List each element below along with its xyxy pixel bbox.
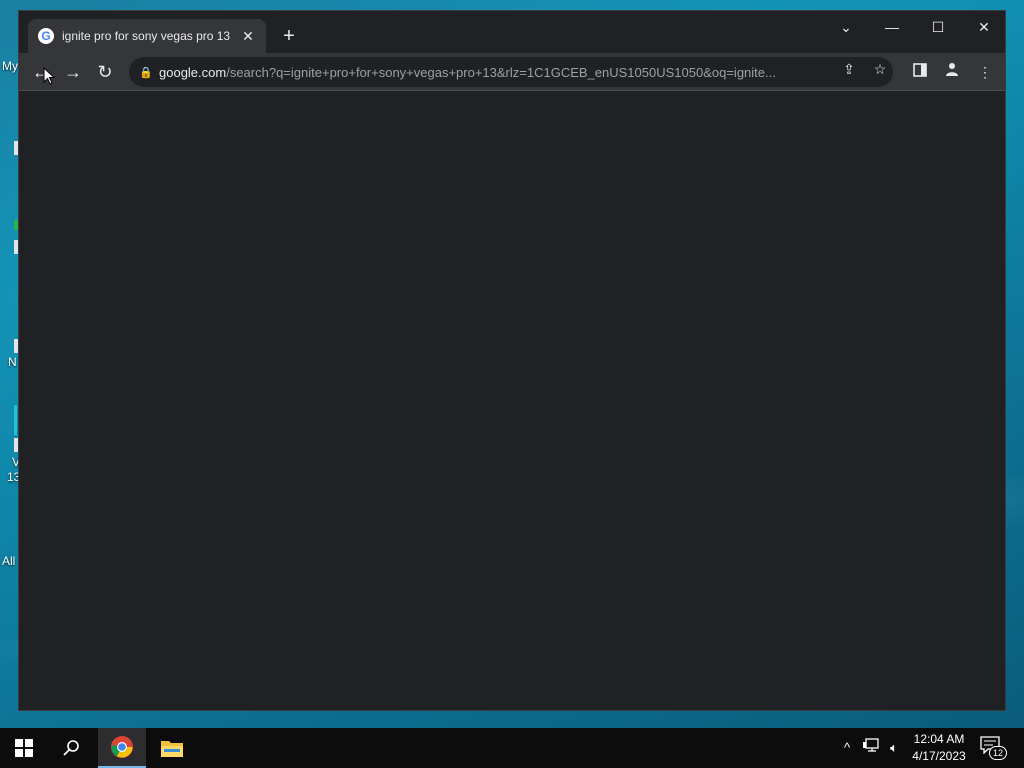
tab-title: ignite pro for sony vegas pro 13 — [62, 29, 231, 43]
file-explorer-icon[interactable] — [148, 728, 196, 768]
desktop-icon-label[interactable]: My — [2, 59, 18, 73]
network-icon[interactable] — [862, 738, 880, 758]
clock-date: 4/17/2023 — [912, 749, 966, 763]
kebab-menu-icon[interactable]: ⋮ — [974, 61, 996, 83]
search-icon[interactable] — [48, 728, 96, 768]
profile-icon[interactable] — [941, 61, 963, 83]
volume-icon[interactable]: 🔈︎ — [885, 738, 903, 758]
side-panel-icon[interactable] — [909, 61, 931, 83]
browser-toolbar: ← → ↻ 🔒 google.com /search?q=ignite+pro+… — [19, 53, 1005, 91]
url-host: google.com — [159, 64, 227, 80]
minimize-button[interactable]: — — [872, 15, 912, 39]
reload-icon[interactable]: ↻ — [92, 59, 118, 85]
notification-count-badge: 12 — [989, 746, 1007, 760]
address-bar[interactable]: 🔒 google.com /search?q=ignite+pro+for+so… — [129, 57, 893, 87]
star-icon[interactable]: ☆ — [870, 59, 890, 79]
desktop-icon-label[interactable]: N — [8, 355, 17, 369]
lock-icon[interactable]: 🔒 — [139, 66, 159, 79]
google-favicon-icon: G — [38, 28, 54, 44]
desktop-icon-fragment[interactable] — [14, 405, 17, 435]
forward-arrow-icon[interactable]: → — [60, 59, 86, 85]
chevron-up-icon[interactable]: ^ — [839, 738, 855, 758]
desktop-icon-label[interactable]: All — [2, 554, 15, 568]
page-content[interactable] — [19, 92, 1005, 710]
browser-window: G ignite pro for sony vegas pro 13 ✕ + ⌄… — [18, 10, 1006, 711]
close-tab-icon[interactable]: ✕ — [240, 28, 256, 45]
clock-time: 12:04 AM — [913, 732, 965, 746]
taskbar: ^ 🔈︎ 12:04 AM 4/17/2023 12 — [0, 728, 1024, 768]
maximize-button[interactable]: ☐ — [918, 15, 958, 39]
chrome-taskbar-icon[interactable] — [98, 728, 146, 768]
url-path: /search?q=ignite+pro+for+sony+vegas+pro+… — [226, 64, 776, 80]
share-icon[interactable]: ⇪ — [839, 59, 859, 79]
new-tab-button[interactable]: + — [277, 25, 301, 49]
tab-search-chevron-icon[interactable]: ⌄ — [826, 15, 866, 39]
windows-start-icon[interactable] — [0, 728, 48, 768]
close-window-button[interactable]: ✕ — [964, 15, 1004, 39]
browser-tab[interactable]: G ignite pro for sony vegas pro 13 ✕ — [28, 19, 266, 53]
system-clock[interactable]: 12:04 AM 4/17/2023 — [906, 731, 972, 765]
tab-strip: G ignite pro for sony vegas pro 13 ✕ + ⌄… — [19, 11, 1005, 53]
